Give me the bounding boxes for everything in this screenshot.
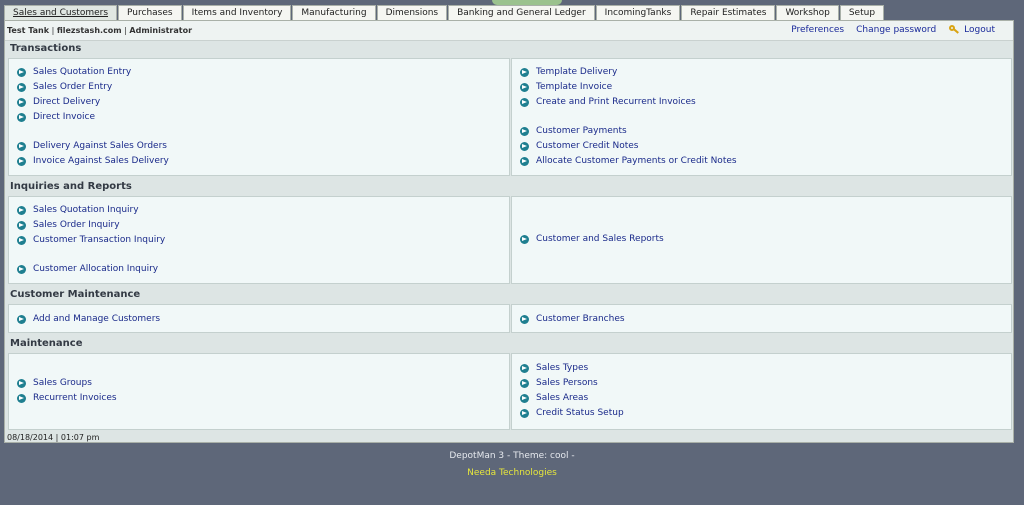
arrow-circle-icon [520,141,529,151]
transactions-left-box: Sales Quotation Entry Sales Order Entry … [8,58,510,176]
arrow-circle-icon [520,393,529,403]
menu-item-customer-credit-notes[interactable]: Customer Credit Notes [520,141,639,151]
footer-app-info: DepotMan 3 - Theme: cool - [449,451,575,461]
tab-banking-and-general-ledger[interactable]: Banking and General Ledger [448,5,595,21]
arrow-circle-icon [520,156,529,166]
arrow-circle-icon [17,82,26,92]
arrow-circle-icon [17,97,26,107]
menu-item-add-and-manage-customers[interactable]: Add and Manage Customers [17,314,160,324]
menu-item-invoice-against-sales-delivery[interactable]: Invoice Against Sales Delivery [17,156,169,166]
tab-items-and-inventory[interactable]: Items and Inventory [182,5,292,21]
module-tabs: Sales and Customers Purchases Items and … [4,5,885,21]
arrow-circle-icon [520,234,529,244]
arrow-circle-icon [520,408,529,418]
arrow-circle-icon [17,378,26,388]
tab-setup[interactable]: Setup [839,5,885,21]
arrow-circle-icon [17,314,26,324]
menu-item-sales-groups[interactable]: Sales Groups [17,378,92,388]
tab-workshop[interactable]: Workshop [776,5,839,21]
menu-item-sales-areas[interactable]: Sales Areas [520,393,588,403]
footer-vendor-link[interactable]: Needa Technologies [0,468,1024,478]
menu-item-allocate-customer-payments[interactable]: Allocate Customer Payments or Credit Not… [520,156,737,166]
menu-item-sales-quotation-entry[interactable]: Sales Quotation Entry [17,67,131,77]
menu-item-direct-delivery[interactable]: Direct Delivery [17,97,100,107]
user-info: Test Tank | filezstash.com | Administrat… [7,26,193,35]
menu-item-customer-allocation-inquiry[interactable]: Customer Allocation Inquiry [17,264,158,274]
tab-sales-and-customers[interactable]: Sales and Customers [4,5,118,21]
menu-item-sales-quotation-inquiry[interactable]: Sales Quotation Inquiry [17,205,139,215]
arrow-circle-icon [17,112,26,122]
menu-item-sales-order-inquiry[interactable]: Sales Order Inquiry [17,220,120,230]
tab-dimensions[interactable]: Dimensions [376,5,448,21]
change-password-link[interactable]: Change password [856,25,936,35]
arrow-circle-icon [17,393,26,403]
tab-purchases[interactable]: Purchases [118,5,182,21]
arrow-circle-icon [520,363,529,373]
menu-item-customer-branches[interactable]: Customer Branches [520,314,625,324]
menu-item-template-invoice[interactable]: Template Invoice [520,82,612,92]
logout-link[interactable]: Logout [964,25,995,35]
arrow-circle-icon [17,205,26,215]
arrow-circle-icon [520,378,529,388]
user-role: Administrator [129,26,193,35]
customer-maintenance-left-box: Add and Manage Customers [8,304,510,333]
menu-item-sales-persons[interactable]: Sales Persons [520,378,598,388]
main-panel: Test Tank | filezstash.com | Administrat… [4,20,1014,443]
top-links: Preferences Change password Logout [779,25,995,35]
arrow-circle-icon [17,235,26,245]
section-title-maintenance: Maintenance [10,338,83,349]
menu-item-sales-types[interactable]: Sales Types [520,363,588,373]
menu-item-template-delivery[interactable]: Template Delivery [520,67,617,77]
tab-manufacturing[interactable]: Manufacturing [292,5,376,21]
menu-item-direct-invoice[interactable]: Direct Invoice [17,112,95,122]
menu-item-sales-order-entry[interactable]: Sales Order Entry [17,82,112,92]
inquiries-left-box: Sales Quotation Inquiry Sales Order Inqu… [8,196,510,284]
key-icon [948,25,960,35]
arrow-circle-icon [520,314,529,324]
menu-item-customer-transaction-inquiry[interactable]: Customer Transaction Inquiry [17,235,165,245]
section-title-inquiries: Inquiries and Reports [10,181,132,192]
tab-incoming-tanks[interactable]: IncomingTanks [595,5,681,21]
arrow-circle-icon [17,156,26,166]
arrow-circle-icon [17,141,26,151]
company-domain: filezstash.com [56,26,122,35]
arrow-circle-icon [520,67,529,77]
menu-item-customer-payments[interactable]: Customer Payments [520,126,627,136]
transactions-right-box: Template Delivery Template Invoice Creat… [511,58,1012,176]
customer-maintenance-right-box: Customer Branches [511,304,1012,333]
menu-item-delivery-against-sales-orders[interactable]: Delivery Against Sales Orders [17,141,167,151]
arrow-circle-icon [17,67,26,77]
section-title-transactions: Transactions [10,43,82,54]
date-time: 08/18/2014 | 01:07 pm [7,433,100,442]
preferences-link[interactable]: Preferences [791,25,844,35]
arrow-circle-icon [520,97,529,107]
section-title-customer-maintenance: Customer Maintenance [10,289,141,300]
arrow-circle-icon [17,264,26,274]
inquiries-right-box: Customer and Sales Reports [511,196,1012,284]
menu-item-recurrent-invoices[interactable]: Recurrent Invoices [17,393,117,403]
arrow-circle-icon [520,82,529,92]
arrow-circle-icon [520,126,529,136]
menu-item-customer-and-sales-reports[interactable]: Customer and Sales Reports [520,234,664,244]
maintenance-left-box: Sales Groups Recurrent Invoices [8,353,510,430]
info-bar: Test Tank | filezstash.com | Administrat… [5,21,1013,41]
tab-repair-estimates[interactable]: Repair Estimates [681,5,776,21]
arrow-circle-icon [17,220,26,230]
menu-item-credit-status-setup[interactable]: Credit Status Setup [520,408,624,418]
menu-item-create-recurrent-invoices[interactable]: Create and Print Recurrent Invoices [520,97,696,107]
maintenance-right-box: Sales Types Sales Persons Sales Areas Cr… [511,353,1012,430]
company-name: Test Tank [7,26,50,35]
